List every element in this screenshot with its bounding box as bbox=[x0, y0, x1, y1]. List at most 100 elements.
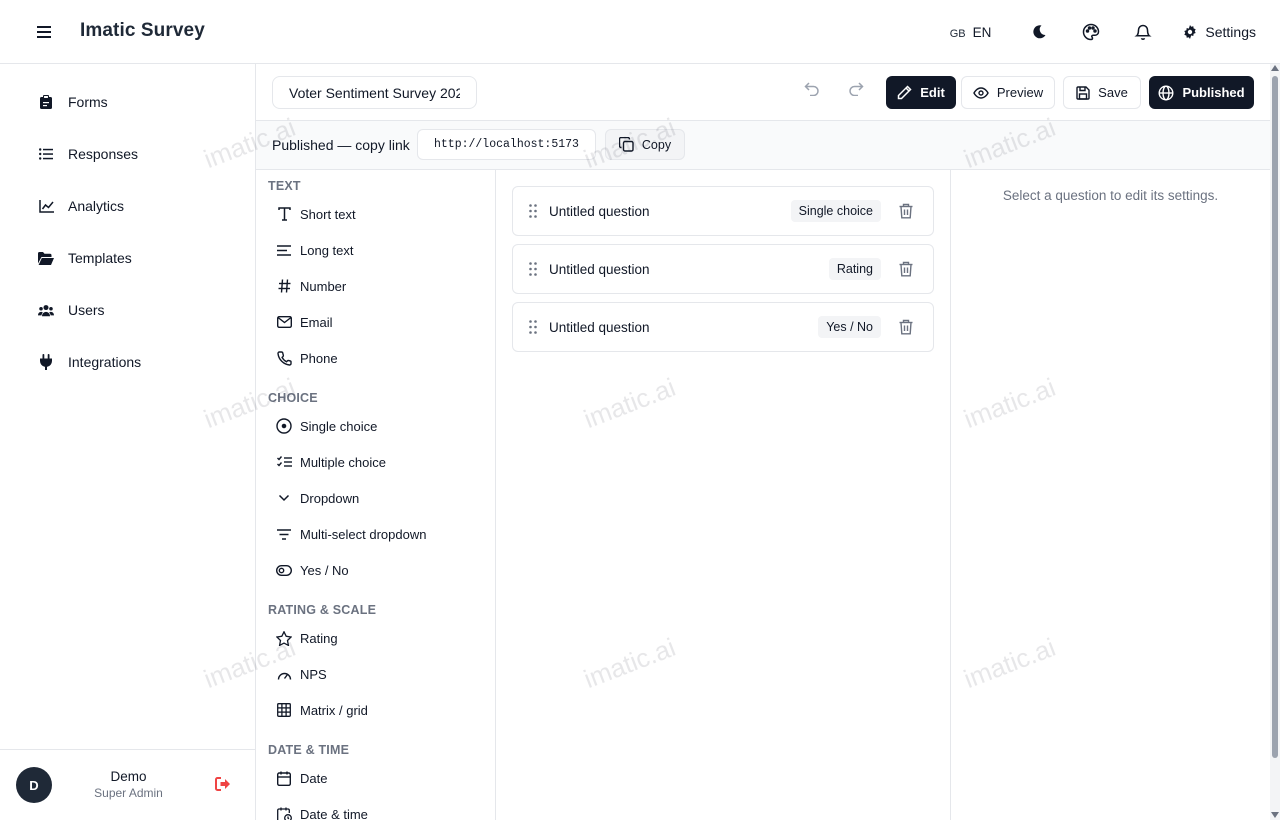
save-label: Save bbox=[1098, 85, 1128, 100]
palette-item-label: Matrix / grid bbox=[300, 702, 368, 718]
publish-link-bar: Published — copy link Copy bbox=[256, 121, 1270, 170]
gauge-icon bbox=[276, 666, 292, 682]
sidebar-item-label: Analytics bbox=[68, 198, 125, 214]
palette-item-label: Single choice bbox=[300, 418, 378, 434]
users-icon bbox=[38, 302, 54, 318]
question-card[interactable]: Untitled question Yes / No bbox=[512, 302, 934, 352]
plug-icon bbox=[38, 354, 54, 370]
palette-item-label: Short text bbox=[300, 206, 356, 222]
question-card[interactable]: Untitled question Rating bbox=[512, 244, 934, 294]
palette-item-date-time[interactable]: Date & time bbox=[276, 800, 486, 820]
form-canvas: Untitled question Single choice Untitled… bbox=[496, 170, 951, 820]
list-icon bbox=[38, 146, 54, 162]
chevron-down-icon bbox=[276, 490, 292, 506]
settings-label: Settings bbox=[1205, 24, 1256, 40]
sidebar-item-forms[interactable]: Forms bbox=[0, 76, 256, 128]
scroll-up-arrow-icon[interactable] bbox=[1271, 65, 1279, 71]
sidebar-item-label: Forms bbox=[68, 94, 108, 110]
text-type-icon bbox=[276, 206, 292, 222]
palette-item-label: NPS bbox=[300, 666, 327, 682]
copy-link-button[interactable]: Copy bbox=[605, 129, 685, 160]
palette-section-title: TEXT bbox=[268, 179, 301, 193]
trash-icon[interactable] bbox=[899, 261, 913, 277]
redo-icon[interactable] bbox=[848, 82, 864, 96]
palette-item-nps[interactable]: NPS bbox=[276, 660, 486, 688]
trash-icon[interactable] bbox=[899, 319, 913, 335]
settings-button[interactable]: Settings bbox=[1183, 24, 1256, 40]
logout-icon[interactable] bbox=[215, 777, 231, 791]
sidebar-item-templates[interactable]: Templates bbox=[0, 232, 256, 284]
edit-label: Edit bbox=[920, 85, 945, 100]
palette-item-email[interactable]: Email bbox=[276, 308, 486, 336]
top-bar: Imatic Survey GB EN Settings bbox=[0, 0, 1280, 64]
copy-label: Copy bbox=[641, 137, 672, 152]
question-title: Untitled question bbox=[549, 320, 650, 335]
user-name: Demo bbox=[110, 769, 147, 784]
palette-item-label: Long text bbox=[300, 242, 354, 258]
bell-icon[interactable] bbox=[1131, 20, 1155, 44]
palette-item-multiple-choice[interactable]: Multiple choice bbox=[276, 448, 486, 476]
published-label: Published bbox=[1182, 85, 1245, 100]
sidebar-item-responses[interactable]: Responses bbox=[0, 128, 256, 180]
sidebar-item-analytics[interactable]: Analytics bbox=[0, 180, 256, 232]
question-type-badge: Rating bbox=[828, 258, 881, 280]
question-title: Untitled question bbox=[549, 262, 650, 277]
palette-item-dropdown[interactable]: Dropdown bbox=[276, 484, 486, 512]
drag-handle-icon[interactable] bbox=[529, 320, 537, 334]
clipboard-icon bbox=[38, 94, 54, 110]
palette-icon[interactable] bbox=[1079, 20, 1103, 44]
trash-icon[interactable] bbox=[899, 203, 913, 219]
palette-item-phone[interactable]: Phone bbox=[276, 344, 486, 372]
sidebar-item-label: Templates bbox=[68, 250, 132, 266]
copy-icon bbox=[618, 137, 634, 152]
palette-item-label: Date & time bbox=[300, 806, 368, 820]
top-right-controls: GB EN Settings bbox=[950, 0, 1256, 64]
page-scrollbar[interactable] bbox=[1270, 64, 1280, 820]
palette-item-single-choice[interactable]: Single choice bbox=[276, 412, 486, 440]
language-switcher[interactable]: GB EN bbox=[950, 25, 992, 40]
save-button[interactable]: Save bbox=[1063, 76, 1141, 109]
hamburger-menu-icon[interactable] bbox=[32, 20, 56, 44]
question-title: Untitled question bbox=[549, 204, 650, 219]
sidebar: Forms Responses Analytics Templates User… bbox=[0, 64, 256, 820]
moon-icon[interactable] bbox=[1027, 20, 1051, 44]
palette-item-short-text[interactable]: Short text bbox=[276, 200, 486, 228]
palette-item-date[interactable]: Date bbox=[276, 764, 486, 792]
form-title-input[interactable] bbox=[272, 76, 477, 109]
toggle-icon bbox=[276, 562, 292, 578]
palette-item-matrix-grid[interactable]: Matrix / grid bbox=[276, 696, 486, 724]
drag-handle-icon[interactable] bbox=[529, 204, 537, 218]
question-type-badge: Single choice bbox=[790, 200, 881, 222]
drag-handle-icon[interactable] bbox=[529, 262, 537, 276]
undo-icon[interactable] bbox=[804, 82, 820, 96]
question-card[interactable]: Untitled question Single choice bbox=[512, 186, 934, 236]
palette-item-label: Multiple choice bbox=[300, 454, 386, 470]
scroll-down-arrow-icon[interactable] bbox=[1271, 812, 1279, 818]
star-icon bbox=[276, 630, 292, 646]
published-button[interactable]: Published bbox=[1149, 76, 1254, 109]
scroll-thumb[interactable] bbox=[1272, 76, 1278, 758]
edit-button[interactable]: Edit bbox=[886, 76, 956, 109]
sidebar-item-users[interactable]: Users bbox=[0, 284, 256, 336]
palette-section-title: DATE & TIME bbox=[268, 743, 350, 757]
palette-item-label: Date bbox=[300, 770, 328, 786]
palette-item-label: Multi-select dropdown bbox=[300, 526, 427, 542]
palette-item-rating[interactable]: Rating bbox=[276, 624, 486, 652]
question-type-palette: TEXT Short text Long text Number Email P… bbox=[256, 170, 496, 820]
user-profile: D Demo Super Admin bbox=[0, 749, 256, 820]
preview-button[interactable]: Preview bbox=[961, 76, 1055, 109]
palette-item-label: Email bbox=[300, 314, 333, 330]
palette-item-multi-select-dropdown[interactable]: Multi-select dropdown bbox=[276, 520, 486, 548]
palette-item-yes-no[interactable]: Yes / No bbox=[276, 556, 486, 584]
palette-item-number[interactable]: Number bbox=[276, 272, 486, 300]
calendar-clock-icon bbox=[276, 806, 292, 820]
sidebar-item-integrations[interactable]: Integrations bbox=[0, 336, 256, 388]
palette-item-long-text[interactable]: Long text bbox=[276, 236, 486, 264]
user-role: Super Admin bbox=[94, 786, 163, 800]
hash-icon bbox=[276, 278, 292, 294]
sidebar-item-label: Integrations bbox=[68, 354, 142, 370]
avatar[interactable]: D bbox=[16, 767, 52, 803]
main-area: Edit Preview Save Published Published — … bbox=[256, 64, 1270, 820]
question-type-badge: Yes / No bbox=[818, 316, 881, 338]
public-url-field[interactable] bbox=[417, 129, 596, 160]
